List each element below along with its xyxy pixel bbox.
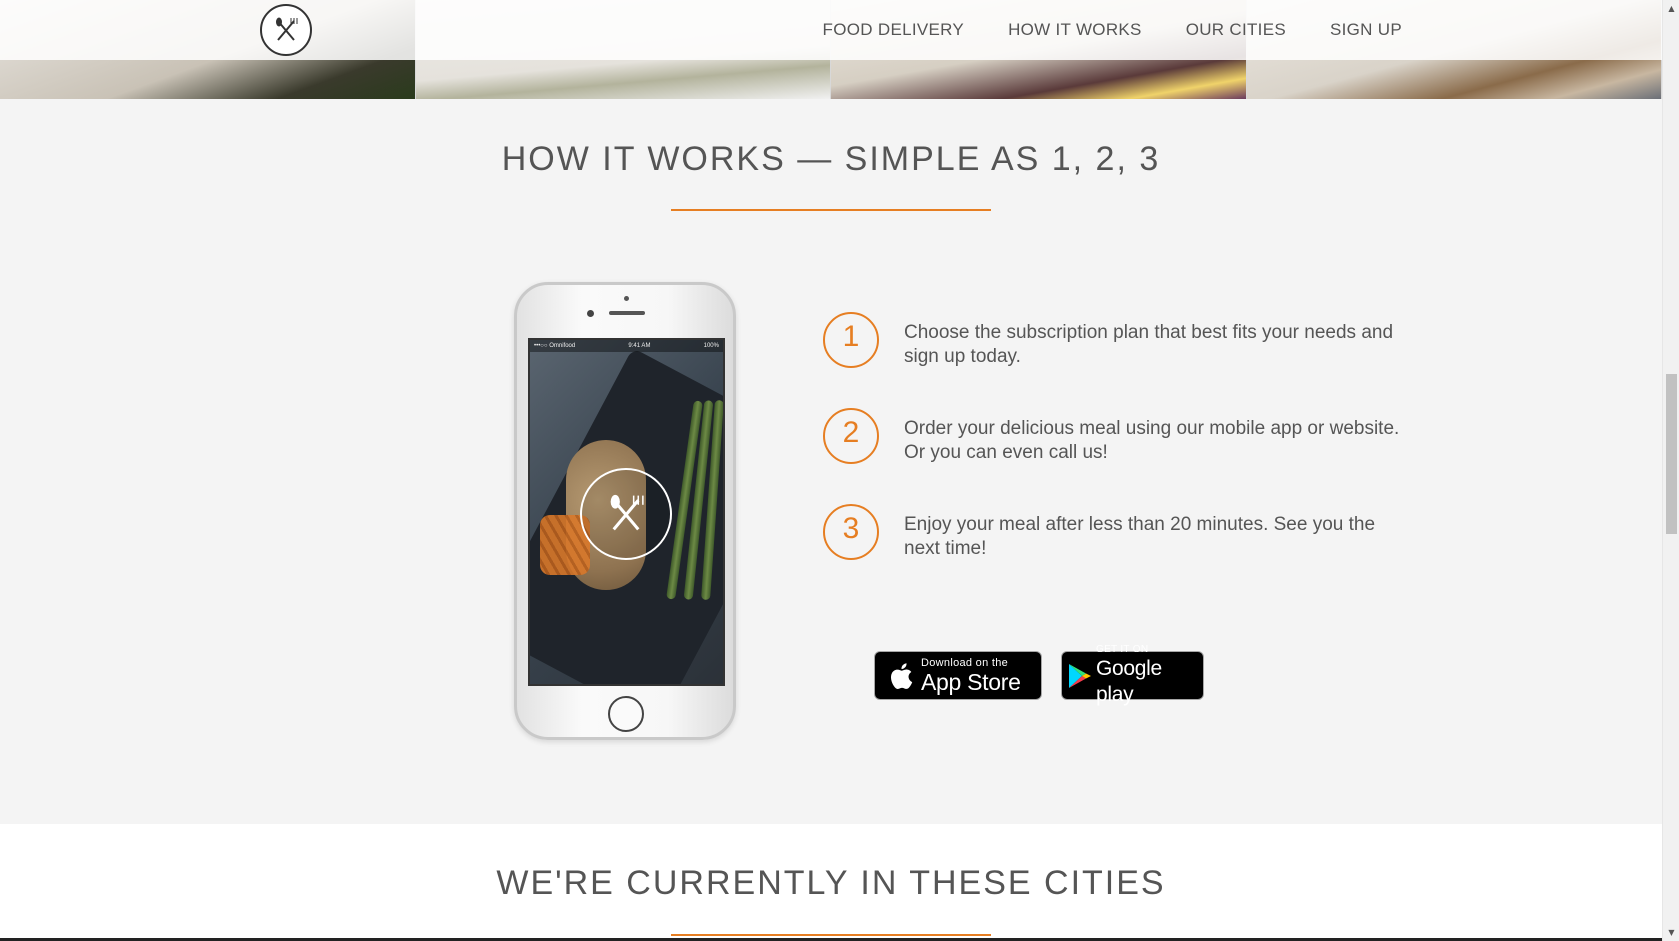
main-nav: FOOD DELIVERY HOW IT WORKS OUR CITIES SI…: [823, 0, 1402, 60]
step-number: 3: [823, 504, 879, 560]
phone-screen: •••○○ Omnifood 9:41 AM 100%: [528, 338, 725, 686]
google-play-big-label: Google play: [1096, 656, 1162, 706]
status-carrier: •••○○ Omnifood: [534, 343, 576, 349]
step-2: 2 Order your delicious meal using our mo…: [823, 408, 1423, 468]
section-title-cities: WE'RE CURRENTLY IN THESE CITIES: [496, 864, 1166, 902]
nav-link-sign-up[interactable]: SIGN UP: [1330, 20, 1402, 40]
step-text: Choose the subscription plan that best f…: [904, 322, 1394, 367]
step-1: 1 Choose the subscription plan that best…: [823, 312, 1423, 372]
app-logo-icon: [580, 468, 672, 560]
scroll-up-arrow-icon[interactable]: ▲: [1663, 0, 1679, 17]
fork-knife-logo-icon[interactable]: [260, 4, 312, 56]
step-text: Order your delicious meal using our mobi…: [904, 418, 1400, 463]
title-divider: [671, 934, 991, 936]
google-play-small-label: GET IT ON: [1096, 643, 1149, 655]
title-divider: [671, 209, 991, 211]
step-3: 3 Enjoy your meal after less than 20 min…: [823, 504, 1423, 564]
status-battery: 100%: [703, 343, 719, 349]
phone-speaker: [609, 311, 645, 315]
step-text: Enjoy your meal after less than 20 minut…: [904, 514, 1376, 559]
status-time: 9:41 AM: [628, 343, 651, 349]
navbar: FOOD DELIVERY HOW IT WORKS OUR CITIES SI…: [0, 0, 1662, 60]
phone-sensor: [624, 296, 629, 301]
google-play-icon: [1068, 663, 1092, 689]
section-title-how-it-works: HOW IT WORKS — SIMPLE AS 1, 2, 3: [501, 140, 1161, 178]
app-store-badge[interactable]: Download on the App Store: [874, 651, 1042, 700]
phone-mockup: •••○○ Omnifood 9:41 AM 100%: [514, 282, 736, 740]
app-store-big-label: App Store: [921, 668, 1021, 695]
nav-link-our-cities[interactable]: OUR CITIES: [1186, 20, 1286, 40]
apple-icon: [887, 661, 913, 691]
page-scrollbar[interactable]: ▲ ▼: [1662, 0, 1679, 941]
step-number: 2: [823, 408, 879, 464]
step-number: 1: [823, 312, 879, 368]
nav-link-how-it-works[interactable]: HOW IT WORKS: [1008, 20, 1142, 40]
phone-camera: [587, 310, 594, 317]
phone-status-bar: •••○○ Omnifood 9:41 AM 100%: [530, 340, 723, 352]
phone-home-button: [608, 696, 644, 732]
scroll-down-arrow-icon[interactable]: ▼: [1663, 924, 1679, 941]
nav-link-food-delivery[interactable]: FOOD DELIVERY: [823, 20, 965, 40]
app-store-small-label: Download on the: [921, 656, 1009, 669]
scrollbar-thumb[interactable]: [1666, 374, 1677, 534]
google-play-badge[interactable]: GET IT ON Google play: [1061, 644, 1204, 706]
